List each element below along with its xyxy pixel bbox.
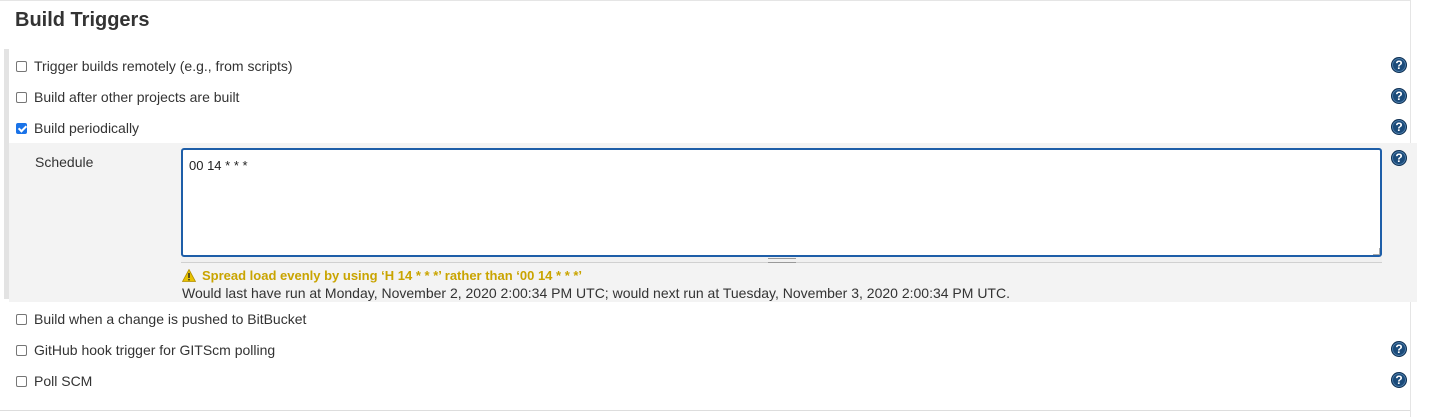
grip-lines [768,258,796,263]
schedule-textarea[interactable]: 00 14 * * * [181,148,1382,257]
trigger-remote-label: Trigger builds remotely (e.g., from scri… [34,58,293,74]
schedule-label: Schedule [35,154,94,170]
poll-scm-row[interactable]: Poll SCM [14,370,92,392]
warning-icon [182,268,196,282]
build-periodically-label: Build periodically [34,120,140,136]
section-title: Build Triggers [15,9,150,31]
help-icon[interactable]: ? [1391,119,1407,135]
build-periodically-checkbox[interactable] [16,122,27,134]
github-hook-row[interactable]: GitHub hook trigger for GITScm polling [14,339,275,361]
build-periodically-row[interactable]: Build periodically [14,117,139,139]
bottom-divider [0,410,1410,411]
github-hook-label: GitHub hook trigger for GITScm polling [34,342,276,358]
help-icon[interactable]: ? [1391,150,1407,166]
help-icon[interactable]: ? [1391,88,1407,104]
help-icon[interactable]: ? [1391,341,1407,357]
github-hook-checkbox[interactable] [16,344,27,356]
schedule-run-info: Would last have run at Monday, November … [182,285,1010,301]
poll-scm-label: Poll SCM [34,373,93,389]
build-after-other-label: Build after other projects are built [34,89,240,105]
schedule-warning: Spread load evenly by using ‘H 14 * * *’… [182,266,582,284]
poll-scm-checkbox[interactable] [16,375,27,387]
bitbucket-push-row[interactable]: Build when a change is pushed to BitBuck… [14,308,306,330]
textarea-resize-handle[interactable] [1373,248,1380,255]
schedule-warning-text: Spread load evenly by using ‘H 14 * * *’… [202,267,583,283]
bitbucket-push-label: Build when a change is pushed to BitBuck… [34,311,307,327]
help-icon[interactable]: ? [1391,57,1407,73]
help-icon[interactable]: ? [1391,372,1407,388]
build-after-other-row[interactable]: Build after other projects are built [14,86,239,108]
build-triggers-page: Build Triggers Trigger builds remotely (… [0,0,1433,417]
build-after-other-checkbox[interactable] [16,91,27,103]
top-divider [0,0,1410,1]
trigger-remote-checkbox[interactable] [16,60,27,72]
trigger-remote-row[interactable]: Trigger builds remotely (e.g., from scri… [14,55,293,77]
bitbucket-push-checkbox[interactable] [16,313,27,325]
